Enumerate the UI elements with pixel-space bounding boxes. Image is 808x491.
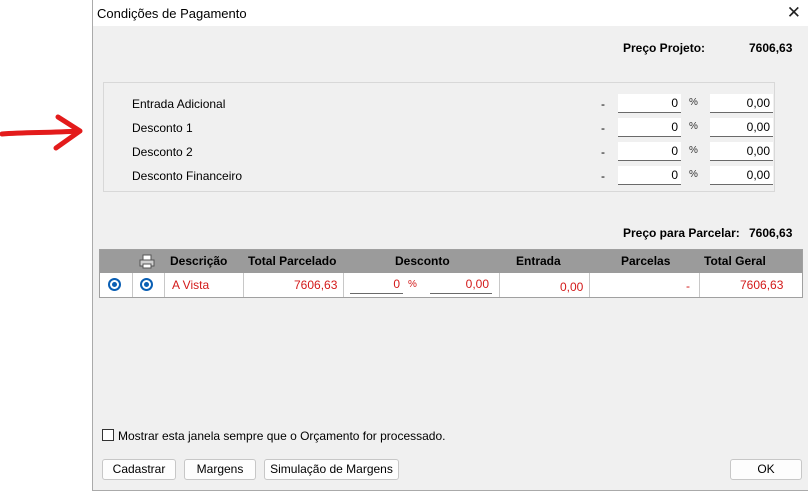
cell-divider [343, 273, 344, 297]
desconto-1-percent-input[interactable]: 0 [618, 118, 681, 137]
preco-parcelar-label: Preço para Parcelar: [623, 226, 740, 240]
print-radio[interactable] [140, 278, 153, 291]
dash: - [601, 121, 605, 135]
printer-icon [139, 254, 155, 269]
preco-projeto-label: Preço Projeto: [623, 41, 706, 55]
desconto-2-value-input[interactable]: 0,00 [710, 142, 773, 161]
row-parcelas: - [686, 279, 690, 293]
percent-sign: % [408, 279, 417, 290]
col-desconto: Desconto [395, 254, 450, 268]
row-total-geral: 7606,63 [740, 278, 784, 292]
row-descricao: A Vista [172, 278, 210, 292]
entrada-adicional-percent-input[interactable]: 0 [618, 94, 681, 113]
table-row[interactable]: A Vista 7606,63 0 % 0,00 0,00 - 7606,63 [100, 273, 802, 297]
col-total-parcelado: Total Parcelado [248, 254, 337, 268]
dash: - [601, 169, 605, 183]
desconto-financeiro-label: Desconto Financeiro [132, 169, 243, 183]
desconto-1-label: Desconto 1 [132, 121, 193, 135]
window-title: Condições de Pagamento [97, 6, 247, 21]
payment-conditions-dialog: Condições de Pagamento ✕ Preço Projeto: … [92, 0, 808, 491]
cell-divider [132, 273, 133, 297]
cadastrar-button[interactable]: Cadastrar [102, 459, 176, 480]
percent-sign: % [689, 121, 698, 132]
dash: - [601, 97, 605, 111]
col-descricao: Descrição [170, 254, 228, 268]
grid-header: Descrição Total Parcelado Desconto Entra… [100, 250, 802, 273]
payment-options-grid: Descrição Total Parcelado Desconto Entra… [99, 249, 803, 298]
col-parcelas: Parcelas [621, 254, 671, 268]
title-bar: Condições de Pagamento ✕ [93, 0, 808, 26]
cell-divider [699, 273, 700, 297]
dash: - [601, 145, 605, 159]
cell-divider [499, 273, 500, 297]
percent-sign: % [689, 169, 698, 180]
simulacao-margens-button[interactable]: Simulação de Margens [264, 459, 399, 480]
preco-parcelar-value: 7606,63 [749, 226, 793, 240]
margens-button[interactable]: Margens [184, 459, 256, 480]
col-total-geral: Total Geral [704, 254, 766, 268]
row-desconto-value-input[interactable]: 0,00 [430, 275, 492, 294]
cell-divider [243, 273, 244, 297]
row-entrada: 0,00 [560, 280, 584, 294]
row-desconto-percent-input[interactable]: 0 [350, 275, 403, 294]
show-dialog-checkbox[interactable] [102, 429, 114, 441]
col-entrada: Entrada [516, 254, 561, 268]
row-total-parcelado: 7606,63 [294, 278, 338, 292]
desconto-financeiro-value-input[interactable]: 0,00 [710, 166, 773, 185]
entrada-adicional-value-input[interactable]: 0,00 [710, 94, 773, 113]
desconto-1-value-input[interactable]: 0,00 [710, 118, 773, 137]
preco-projeto-value: 7606,63 [749, 41, 793, 55]
desconto-financeiro-percent-input[interactable]: 0 [618, 166, 681, 185]
adjustments-group: Entrada Adicional - 0 % 0,00 Desconto 1 … [103, 82, 775, 192]
desconto-2-percent-input[interactable]: 0 [618, 142, 681, 161]
close-button[interactable]: ✕ [787, 3, 801, 23]
select-radio[interactable] [108, 278, 121, 291]
cell-divider [164, 273, 165, 297]
red-arrow-annotation [0, 114, 83, 151]
desconto-2-label: Desconto 2 [132, 145, 193, 159]
entrada-adicional-label: Entrada Adicional [132, 97, 226, 111]
show-dialog-checkbox-label: Mostrar esta janela sempre que o Orçamen… [118, 429, 446, 443]
percent-sign: % [689, 145, 698, 156]
ok-button[interactable]: OK [730, 459, 802, 480]
cell-divider [589, 273, 590, 297]
percent-sign: % [689, 97, 698, 108]
